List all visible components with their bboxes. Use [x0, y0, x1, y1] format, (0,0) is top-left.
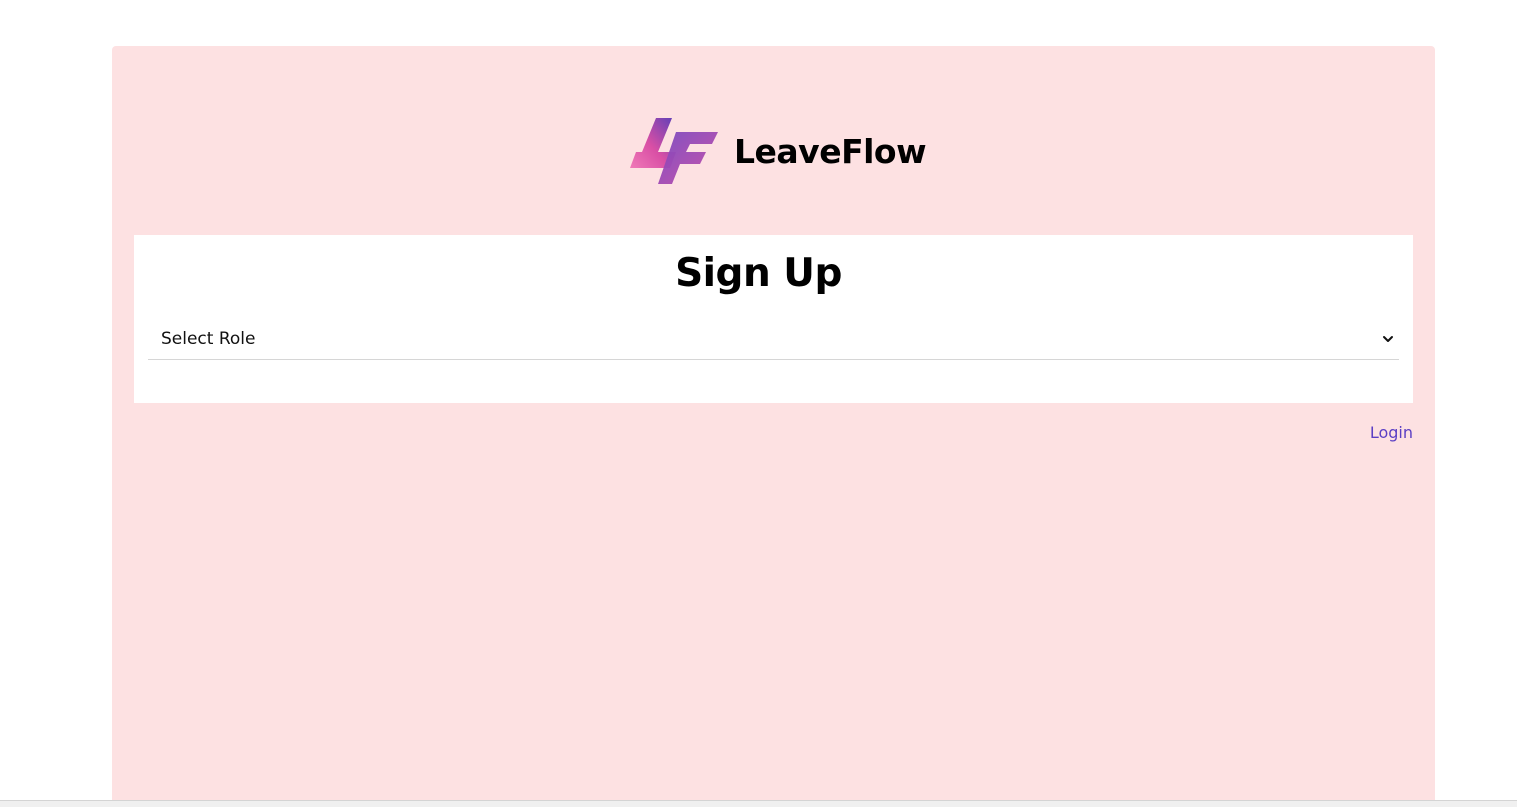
login-link[interactable]: Login — [1370, 423, 1413, 442]
signup-page: LeaveFlow Sign Up Select Role Login — [0, 0, 1517, 807]
leaveflow-logo-icon — [630, 118, 718, 184]
brand-header: LeaveFlow — [628, 116, 927, 186]
page-title: Sign Up — [675, 251, 842, 296]
role-select[interactable]: Select Role — [148, 320, 1399, 360]
horizontal-scrollbar[interactable] — [0, 800, 1517, 807]
brand-name: LeaveFlow — [734, 131, 927, 171]
role-select-value: Select Role — [161, 329, 256, 349]
chevron-down-icon — [1383, 336, 1393, 342]
